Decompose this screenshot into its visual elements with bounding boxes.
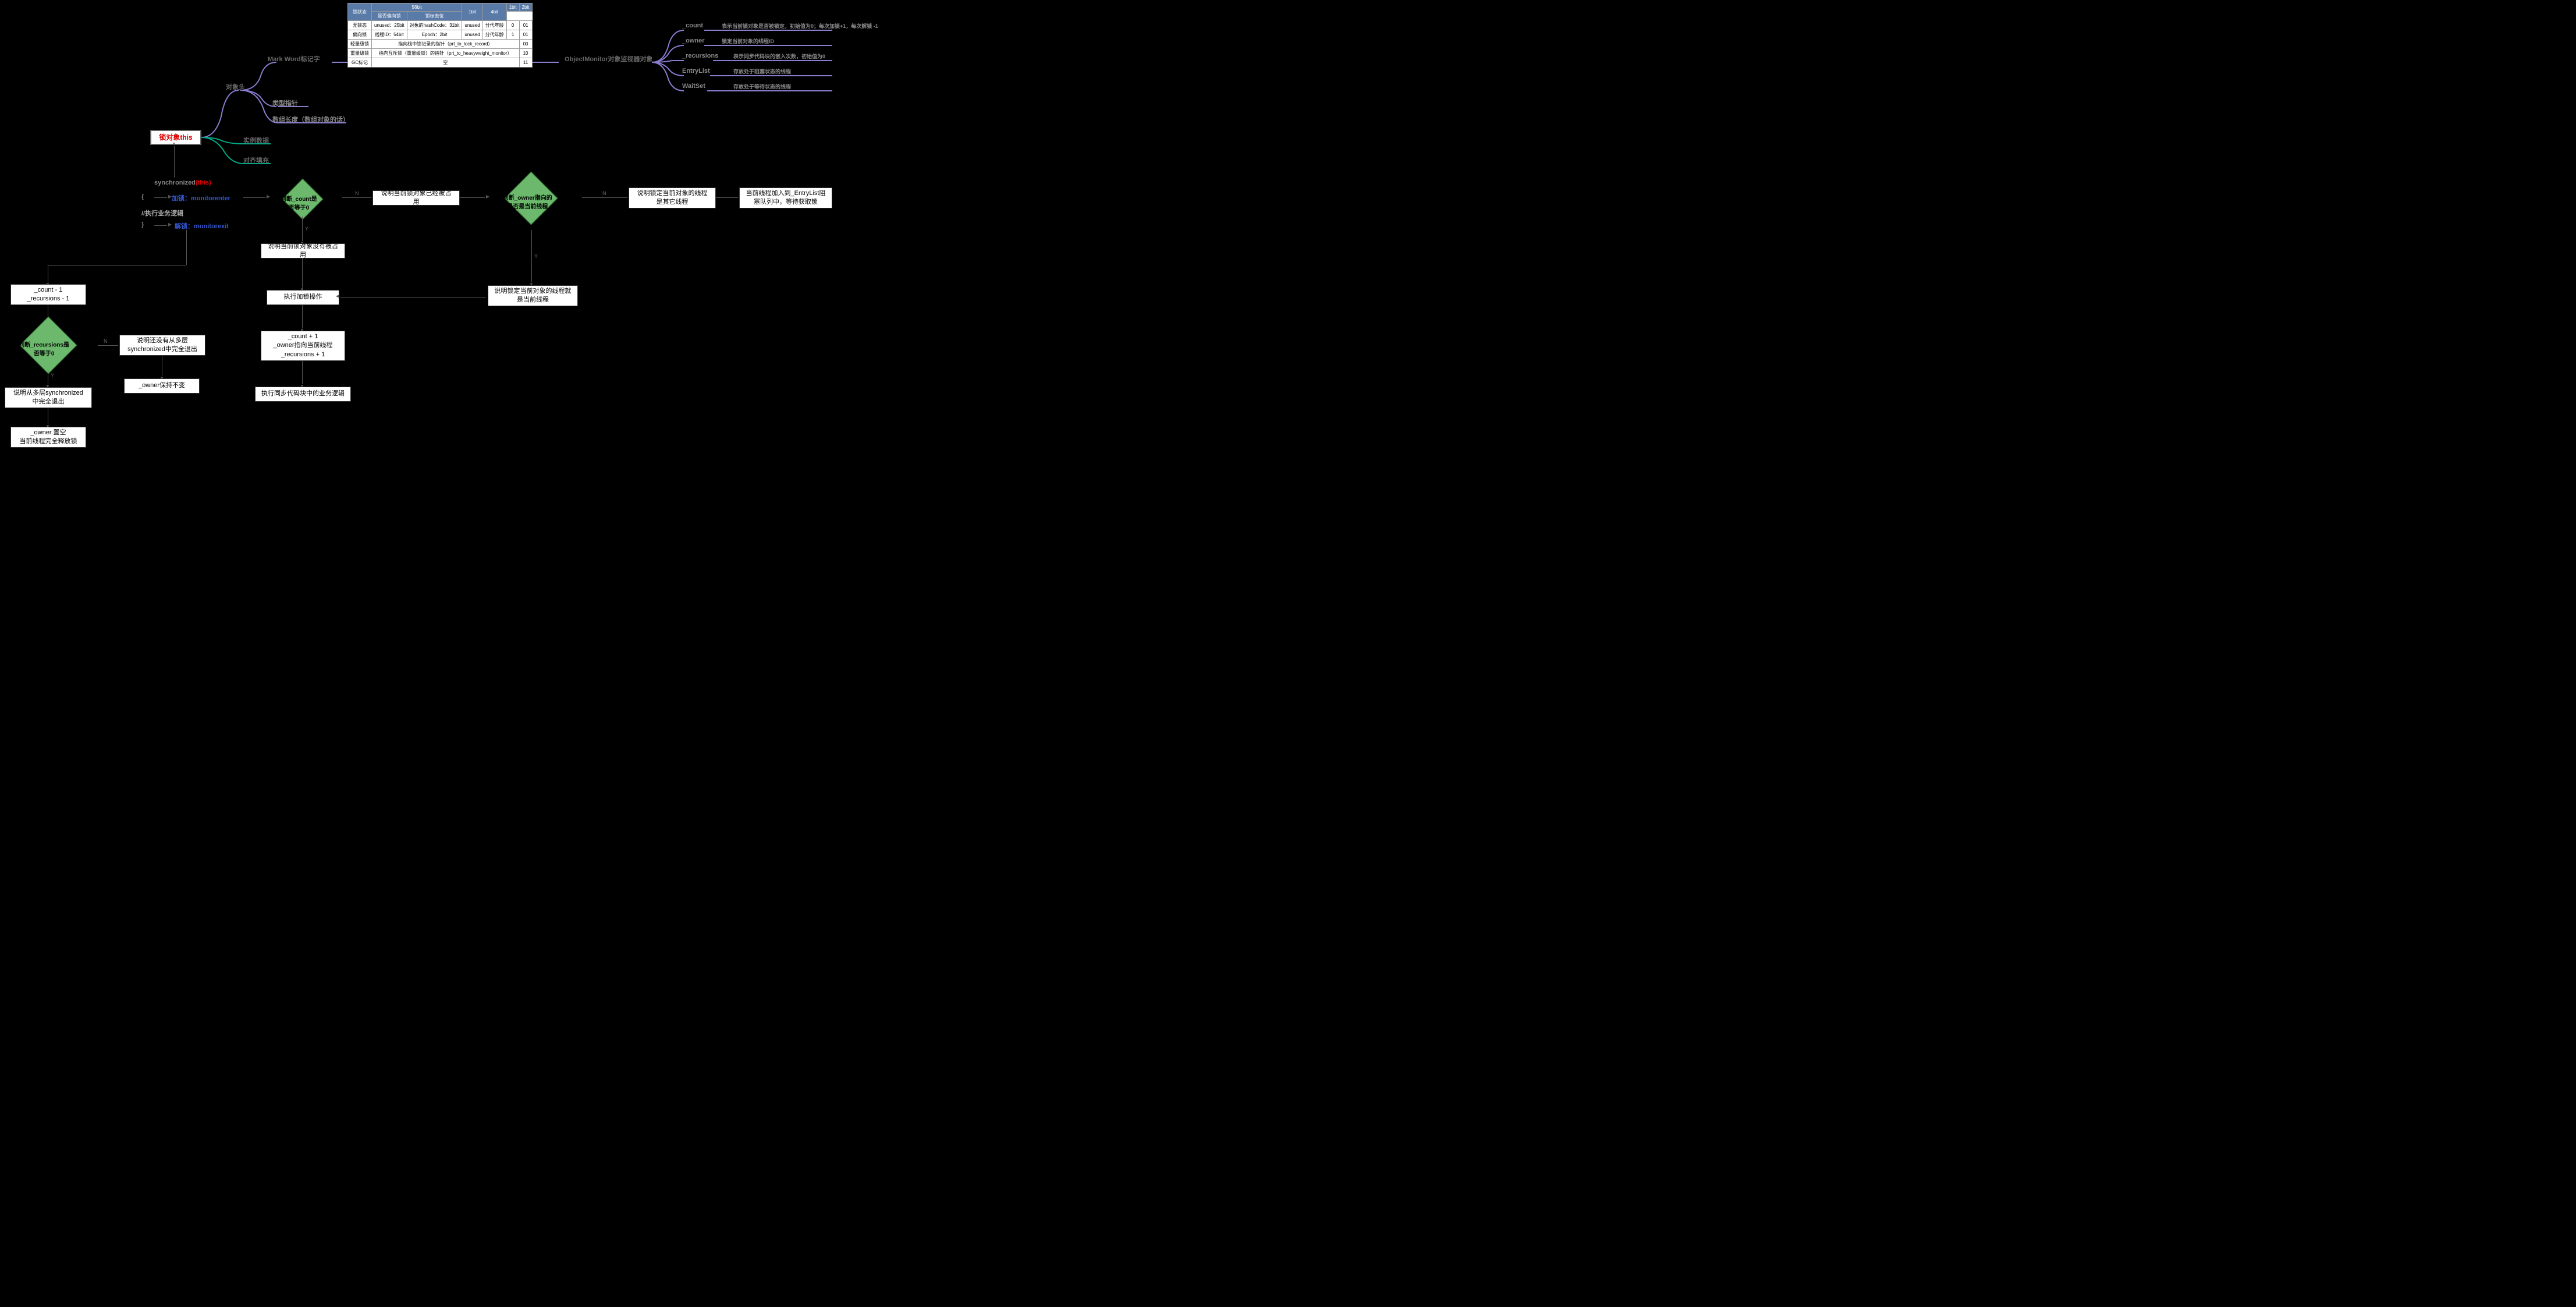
count-desc: 表示当前锁对象是否被锁定，初始值为0；每次加锁+1，每次解锁 -1 — [722, 22, 878, 30]
owner-desc: 锁定当前对象的线程ID — [722, 37, 774, 45]
mark-word: Mark Word标记字 — [268, 54, 320, 63]
box-n2: 说明锁定当前对象的线程是其它线程 — [629, 187, 716, 208]
e2 — [98, 345, 118, 346]
exit-b1: _count - 1_recursions - 1 — [10, 284, 86, 305]
a8 — [302, 361, 303, 384]
box-n3: 当前线程加入到_EntryList阻塞队列中，等待获取锁 — [739, 187, 832, 208]
y-1: Y — [305, 226, 308, 232]
arrow-lock — [154, 197, 167, 198]
diamond-owner: 判断_owner指向的是否是当前线程 — [505, 172, 558, 225]
a7 — [302, 305, 303, 328]
diamond-recur: 判断_recursions是否等于0 — [20, 317, 77, 374]
a9 — [531, 230, 532, 282]
box-y1: 说明当前锁对象没有被占用 — [261, 243, 345, 258]
e0a — [186, 230, 187, 265]
arrow-unlock — [154, 225, 167, 226]
box-same: 说明锁定当前对象的线程就是当前线程 — [488, 285, 578, 306]
obj-head: 对象头 — [226, 82, 245, 91]
box-n1: 说明当前锁对象已经被占用 — [372, 190, 460, 206]
sync-title: synchronized(this) — [154, 179, 211, 186]
y-2: Y — [534, 253, 538, 259]
unlock-label: 解锁：monitorexit — [175, 221, 229, 231]
box-y4: 执行同步代码块中的业务逻辑 — [255, 387, 351, 402]
exit-n1: 说明还没有从多层synchronized中完全退出 — [119, 335, 205, 356]
exit-y1: 说明从多层synchronized中完全退出 — [5, 387, 92, 408]
exit-n2: _owner保持不变 — [124, 378, 200, 394]
owner-name: _owner — [682, 37, 705, 44]
recur-desc: 表示同步代码块的嵌入次数，初始值为0 — [733, 52, 825, 60]
a1 — [342, 197, 371, 198]
a6 — [302, 258, 303, 288]
box-y3: _count + 1_owner指向当前线程_recursions + 1 — [261, 331, 345, 361]
type-ptr: 类型指针 — [272, 98, 298, 108]
recur-name: _recursions — [682, 52, 718, 59]
padding: 对齐填充 — [243, 155, 269, 165]
entry-name: EntryList — [682, 68, 710, 75]
wait-name: WaitSet — [682, 83, 705, 90]
y-3: Y — [51, 373, 54, 378]
obj-monitor: ObjectMonitor对象监视器对象 — [565, 54, 653, 63]
a2 — [460, 197, 485, 198]
a4 — [716, 197, 738, 198]
a5 — [302, 217, 303, 241]
exit-y2: _owner 置空当前线程完全释放锁 — [10, 427, 86, 448]
a3 — [582, 197, 627, 198]
brace-open: { — [141, 193, 144, 200]
wait-desc: 存放处于等待状态的线程 — [733, 83, 791, 90]
arr-len: 数组长度（数组对象的话） — [272, 115, 349, 124]
comment: //执行业务逻辑 — [141, 208, 183, 218]
count-name: _count — [682, 22, 703, 29]
n-2: N — [602, 190, 606, 196]
inst-data: 实例数据 — [243, 136, 269, 145]
box-y2: 执行加锁操作 — [267, 290, 339, 305]
mark-word-table: 锁状态 56bit 1bit 4bit 1bit 2bit 是否偏向锁锁标志位 … — [347, 3, 533, 68]
n-3: N — [104, 338, 108, 344]
arrow-to-d1 — [243, 197, 265, 198]
entry-desc: 存放处于阻塞状态的线程 — [733, 68, 791, 75]
lock-label: 加锁：monitorenter — [172, 193, 230, 203]
arrow-root — [174, 146, 175, 178]
n-1: N — [355, 190, 359, 196]
brace-close: } — [141, 221, 144, 228]
diamond-count: 判断_count是否等于0 — [282, 179, 324, 220]
